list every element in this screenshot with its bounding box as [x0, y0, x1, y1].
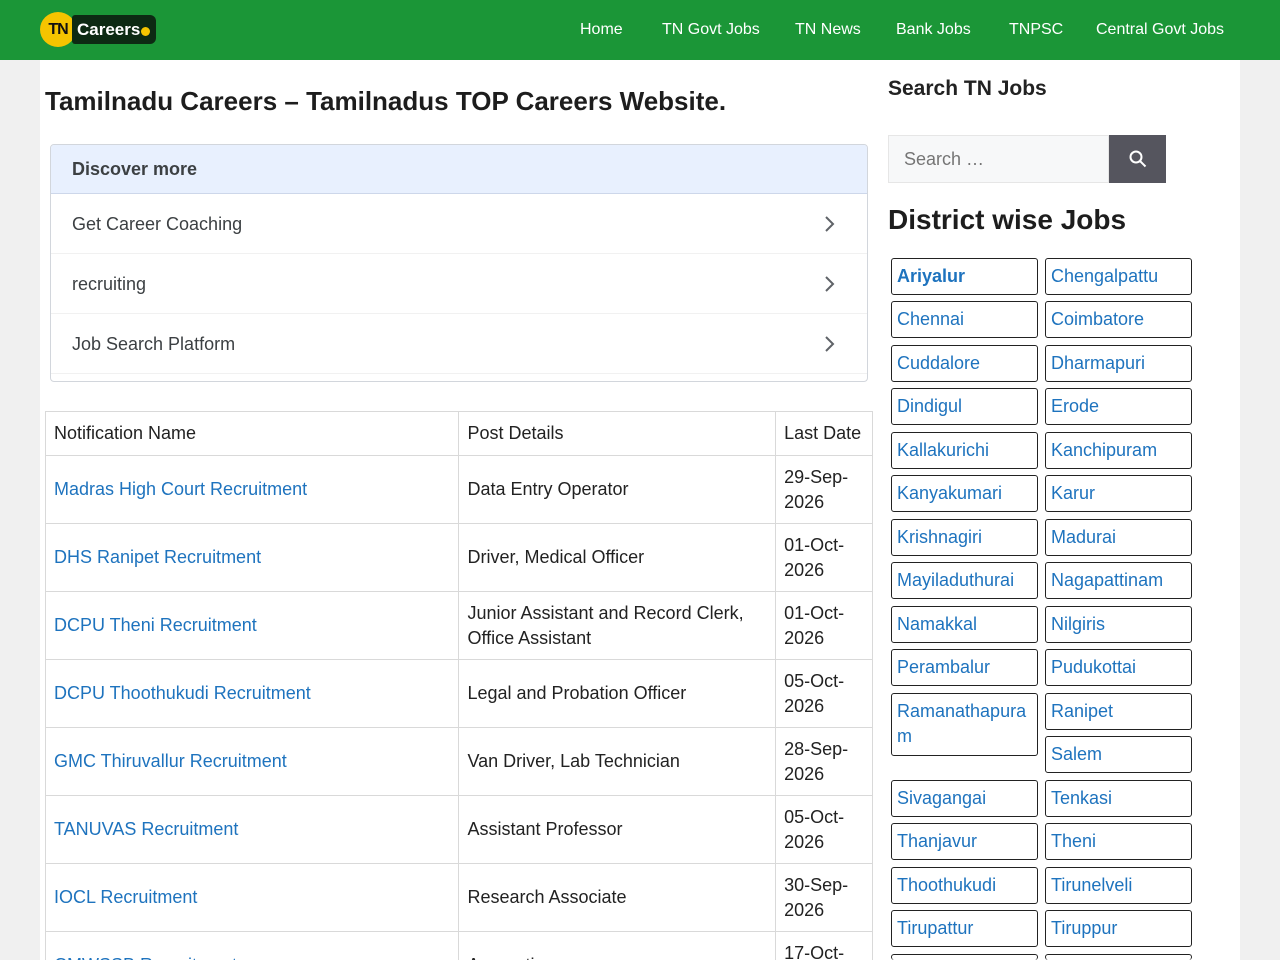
discover-item[interactable]: recruiting: [51, 254, 867, 314]
nav-central-govt-jobs[interactable]: Central Govt Jobs: [1096, 0, 1224, 60]
column-header: Post Details: [458, 411, 777, 456]
last-date: 05-Oct-2026: [775, 659, 873, 728]
site-header: TN Careers Home TN Govt Jobs TN News Ban…: [0, 0, 1280, 60]
column-header: Notification Name: [44, 411, 460, 456]
page-title: Tamilnadu Careers – Tamilnadus TOP Caree…: [45, 86, 727, 116]
table-header-row: Notification Name Post Details Last Date: [44, 411, 873, 456]
post-details: Data Entry Operator: [458, 455, 777, 524]
notification-link[interactable]: IOCL Recruitment: [44, 863, 460, 932]
chevron-right-icon: [825, 216, 835, 232]
district-link[interactable]: Tiruppur: [1045, 910, 1192, 947]
search-icon: [1129, 150, 1147, 168]
district-link[interactable]: Thanjavur: [891, 823, 1038, 860]
table-row: DCPU Theni Recruitment Junior Assistant …: [44, 591, 873, 660]
district-link[interactable]: Tirupattur: [891, 910, 1038, 947]
last-date: 29-Sep-2026: [775, 455, 873, 524]
district-link[interactable]: Erode: [1045, 388, 1192, 425]
last-date: 17-Oct-2026: [775, 931, 873, 960]
district-link[interactable]: Salem: [1045, 736, 1192, 773]
notification-link[interactable]: DCPU Theni Recruitment: [44, 591, 460, 660]
notification-link[interactable]: DHS Ranipet Recruitment: [44, 523, 460, 592]
site-logo[interactable]: TN Careers: [40, 12, 156, 47]
table-row: IOCL Recruitment Research Associate 30-S…: [44, 863, 873, 932]
post-details: Driver, Medical Officer: [458, 523, 777, 592]
table-row: Madras High Court Recruitment Data Entry…: [44, 455, 873, 524]
last-date: 28-Sep-2026: [775, 727, 873, 796]
district-link[interactable]: Dindigul: [891, 388, 1038, 425]
notification-link[interactable]: DCPU Thoothukudi Recruitment: [44, 659, 460, 728]
nav-tn-govt-jobs[interactable]: TN Govt Jobs: [662, 0, 760, 60]
notification-link[interactable]: TANUVAS Recruitment: [44, 795, 460, 864]
district-link[interactable]: Kallakurichi: [891, 432, 1038, 469]
district-link[interactable]: Karur: [1045, 475, 1192, 512]
district-link[interactable]: Nagapattinam: [1045, 562, 1192, 599]
last-date: 05-Oct-2026: [775, 795, 873, 864]
discover-item[interactable]: Get Career Coaching: [51, 194, 867, 254]
discover-more-panel: Discover more Get Career Coaching recrui…: [50, 144, 868, 382]
notification-link[interactable]: CMWSSB Recruitment: [44, 931, 460, 960]
district-link[interactable]: Ramanathapuram: [891, 693, 1038, 756]
post-details: Assistant Professor: [458, 795, 777, 864]
district-link[interactable]: Perambalur: [891, 649, 1038, 686]
notification-link[interactable]: Madras High Court Recruitment: [44, 455, 460, 524]
column-header: Last Date: [775, 411, 873, 456]
discover-item[interactable]: Job Search Platform: [51, 314, 867, 374]
district-link[interactable]: Tenkasi: [1045, 780, 1192, 817]
nav-bank-jobs[interactable]: Bank Jobs: [896, 0, 971, 60]
table-row: DCPU Thoothukudi Recruitment Legal and P…: [44, 659, 873, 728]
nav-tn-news[interactable]: TN News: [795, 0, 861, 60]
district-link[interactable]: Chengalpattu: [1045, 258, 1192, 295]
district-link-partial[interactable]: [1045, 954, 1192, 960]
district-link[interactable]: Cuddalore: [891, 345, 1038, 382]
post-details: Research Associate: [458, 863, 777, 932]
post-details: Junior Assistant and Record Clerk, Offic…: [458, 591, 777, 660]
district-link-partial[interactable]: [891, 954, 1038, 960]
search-button[interactable]: [1109, 135, 1166, 183]
district-link[interactable]: Theni: [1045, 823, 1192, 860]
last-date: 01-Oct-2026: [775, 523, 873, 592]
district-link[interactable]: Nilgiris: [1045, 606, 1192, 643]
search-widget-title: Search TN Jobs: [888, 77, 1047, 100]
last-date: 01-Oct-2026: [775, 591, 873, 660]
post-details: Legal and Probation Officer: [458, 659, 777, 728]
notification-link[interactable]: GMC Thiruvallur Recruitment: [44, 727, 460, 796]
table-row: TANUVAS Recruitment Assistant Professor …: [44, 795, 873, 864]
district-link[interactable]: Pudukottai: [1045, 649, 1192, 686]
nav-tnpsc[interactable]: TNPSC: [1009, 0, 1063, 60]
district-link[interactable]: Dharmapuri: [1045, 345, 1192, 382]
district-link[interactable]: Ariyalur: [891, 258, 1038, 295]
nav-home[interactable]: Home: [580, 0, 623, 60]
district-link[interactable]: Chennai: [891, 301, 1038, 338]
logo-badge: TN: [40, 12, 76, 47]
chevron-right-icon: [825, 336, 835, 352]
discover-item-label: recruiting: [72, 274, 147, 294]
post-details: Van Driver, Lab Technician: [458, 727, 777, 796]
jobs-table: Notification Name Post Details Last Date…: [44, 411, 873, 960]
district-link[interactable]: Coimbatore: [1045, 301, 1192, 338]
chevron-right-icon: [825, 276, 835, 292]
table-row: DHS Ranipet Recruitment Driver, Medical …: [44, 523, 873, 592]
table-row: CMWSSB Recruitment Apprentice 17-Oct-202…: [44, 931, 873, 960]
district-link[interactable]: Kanchipuram: [1045, 432, 1192, 469]
last-date: 30-Sep-2026: [775, 863, 873, 932]
district-link[interactable]: Mayiladuthurai: [891, 562, 1038, 599]
post-details: Apprentice: [458, 931, 777, 960]
district-link[interactable]: Krishnagiri: [891, 519, 1038, 556]
logo-wordmark: Careers: [72, 15, 156, 44]
district-link[interactable]: Madurai: [1045, 519, 1192, 556]
district-jobs-title: District wise Jobs: [888, 204, 1127, 235]
discover-item-label: Job Search Platform: [72, 334, 236, 354]
logo-dot-icon: [141, 27, 151, 36]
district-link[interactable]: Sivagangai: [891, 780, 1038, 817]
discover-item-label: Get Career Coaching: [72, 214, 243, 234]
district-link[interactable]: Namakkal: [891, 606, 1038, 643]
district-link[interactable]: Thoothukudi: [891, 867, 1038, 904]
search-input[interactable]: [888, 135, 1109, 183]
district-link[interactable]: Tirunelveli: [1045, 867, 1192, 904]
logo-word-text: Careers: [77, 20, 141, 39]
district-link[interactable]: Kanyakumari: [891, 475, 1038, 512]
table-row: GMC Thiruvallur Recruitment Van Driver, …: [44, 727, 873, 796]
district-link[interactable]: Ranipet: [1045, 693, 1192, 730]
discover-more-heading: Discover more: [51, 145, 867, 194]
